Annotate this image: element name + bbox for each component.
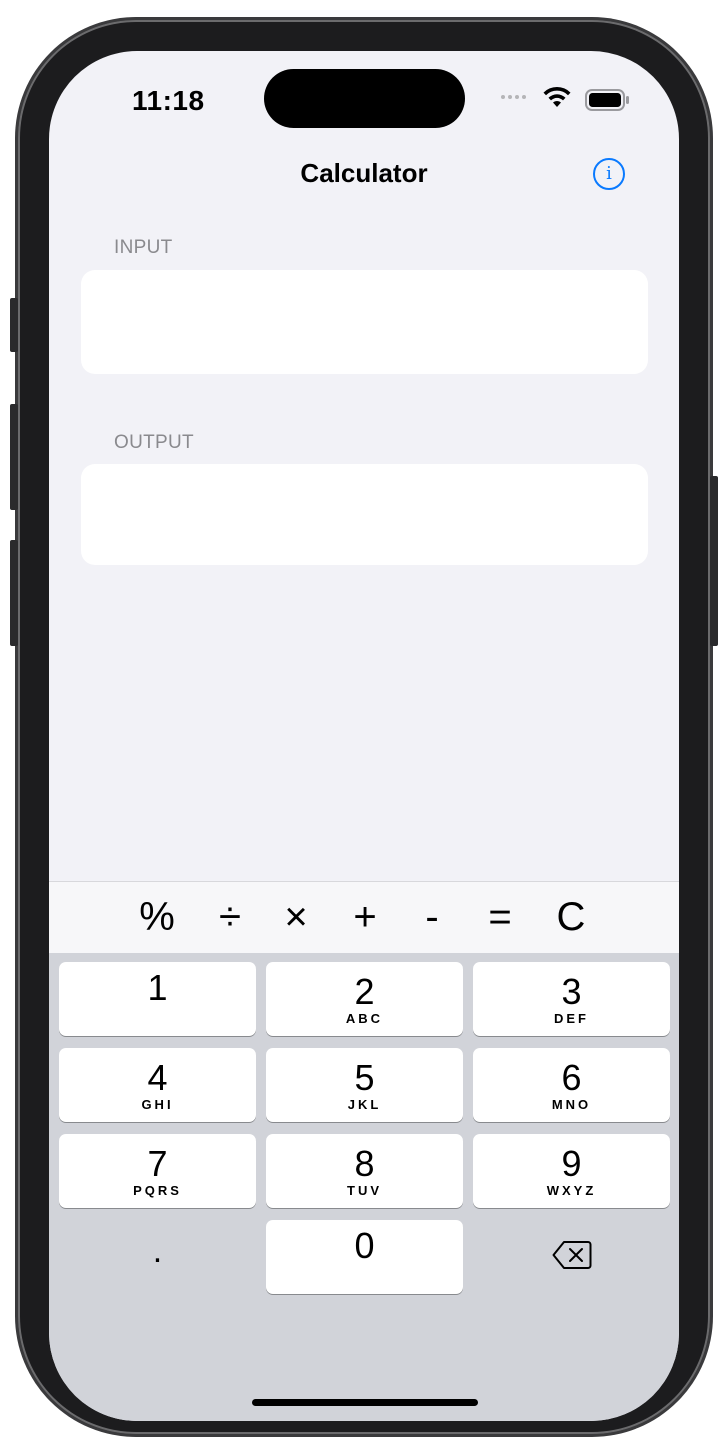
key-letters: DEF <box>554 1011 589 1026</box>
multiply-button[interactable]: × <box>266 892 326 942</box>
status-time: 11:18 <box>132 85 205 116</box>
action-button <box>10 298 18 352</box>
key-0[interactable]: 0 <box>266 1220 463 1294</box>
add-button[interactable]: + <box>335 892 395 942</box>
decimal-key[interactable]: . <box>59 1220 256 1294</box>
key-digit: 9 <box>561 1143 582 1184</box>
key-digit: 6 <box>561 1057 582 1098</box>
delete-backward-icon <box>552 1241 592 1269</box>
key-7[interactable]: 7 PQRS <box>59 1134 256 1208</box>
key-9[interactable]: 9 WXYZ <box>473 1134 670 1208</box>
key-digit: 7 <box>147 1143 168 1184</box>
key-letters: TUV <box>347 1183 382 1198</box>
info-button[interactable]: i <box>593 158 625 190</box>
operator-toolbar: % ÷ × + - = C <box>49 881 679 954</box>
key-6[interactable]: 6 MNO <box>473 1048 670 1122</box>
cellular-signal-icon <box>501 95 526 99</box>
key-5[interactable]: 5 JKL <box>266 1048 463 1122</box>
wifi-icon <box>543 86 571 107</box>
key-8[interactable]: 8 TUV <box>266 1134 463 1208</box>
divide-button[interactable]: ÷ <box>200 892 260 942</box>
key-digit: 2 <box>354 971 375 1012</box>
equals-button[interactable]: = <box>470 892 530 942</box>
screen: 11:18 Calculator i INPUT OUTPUT % ÷ × + … <box>49 51 679 1421</box>
key-letters: WXYZ <box>546 1183 597 1198</box>
volume-down-button <box>10 540 18 646</box>
input-section-label: INPUT <box>114 237 173 258</box>
percent-button[interactable]: % <box>127 892 187 942</box>
key-digit: 1 <box>147 967 168 1008</box>
input-field[interactable] <box>81 270 648 374</box>
battery-icon <box>585 89 629 111</box>
clear-button[interactable]: C <box>541 892 601 942</box>
key-1[interactable]: 1 <box>59 962 256 1036</box>
key-letters: PQRS <box>133 1183 182 1198</box>
decimal-label: . <box>152 1232 163 1270</box>
key-letters: JKL <box>347 1097 382 1112</box>
volume-up-button <box>10 404 18 510</box>
home-indicator[interactable] <box>252 1399 478 1406</box>
key-2[interactable]: 2 ABC <box>266 962 463 1036</box>
key-digit: 4 <box>147 1057 168 1098</box>
power-button <box>710 476 718 646</box>
page-title: Calculator <box>300 158 428 188</box>
output-section-label: OUTPUT <box>114 432 194 453</box>
info-icon: i <box>606 163 612 184</box>
key-digit: 8 <box>354 1143 375 1184</box>
delete-key[interactable] <box>473 1220 670 1294</box>
key-3[interactable]: 3 DEF <box>473 962 670 1036</box>
key-letters: ABC <box>345 1011 384 1026</box>
key-4[interactable]: 4 GHI <box>59 1048 256 1122</box>
key-digit: 0 <box>354 1225 375 1266</box>
key-digit: 5 <box>354 1057 375 1098</box>
key-letters: MNO <box>551 1097 592 1112</box>
dynamic-island <box>264 69 465 128</box>
subtract-button[interactable]: - <box>402 892 462 942</box>
key-digit: 3 <box>561 971 582 1012</box>
key-letters: GHI <box>141 1097 174 1112</box>
output-field <box>81 464 648 565</box>
number-keypad: 1 2 ABC 3 DEF 4 GHI 5 JKL 6 MNO 7 PQRS 8 <box>49 953 679 1421</box>
